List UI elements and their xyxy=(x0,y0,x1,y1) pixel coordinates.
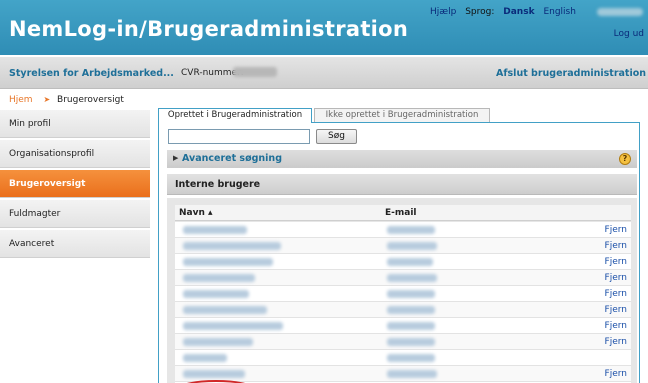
tab-oprettet[interactable]: Oprettet i Brugeradministration xyxy=(158,108,312,123)
main-content: Oprettet i Brugeradministration Ikke opr… xyxy=(158,108,640,383)
table-row: Fjern xyxy=(175,286,631,302)
table-row: Fjern xyxy=(175,334,631,350)
organization-name-link[interactable]: Styrelsen for Arbejdsmarked... xyxy=(9,68,174,79)
user-name-redacted[interactable] xyxy=(183,354,227,362)
sidebar-item-avanceret[interactable]: Avanceret xyxy=(0,230,150,258)
remove-link[interactable]: Fjern xyxy=(605,337,627,347)
help-icon[interactable]: ? xyxy=(619,153,631,165)
remove-link[interactable]: Fjern xyxy=(605,369,627,379)
user-email-redacted xyxy=(387,258,433,266)
table-row: Fjern xyxy=(175,222,631,238)
table-row xyxy=(175,350,631,366)
organization-bar: Styrelsen for Arbejdsmarked... CVR-numme… xyxy=(0,57,648,89)
remove-link[interactable]: Fjern xyxy=(605,273,627,283)
remove-link[interactable]: Fjern xyxy=(605,225,627,235)
sidebar-item-organisationsprofil[interactable]: Organisationsprofil xyxy=(0,140,150,168)
user-email-redacted xyxy=(387,226,435,234)
user-name-redacted[interactable] xyxy=(183,306,267,314)
cvr-number-redacted xyxy=(233,67,277,77)
user-name-redacted[interactable] xyxy=(183,226,247,234)
app-header: NemLog-in/Brugeradministration Hjælp Spr… xyxy=(0,0,648,55)
language-label: Sprog: xyxy=(465,7,495,17)
logout-link[interactable]: Log ud xyxy=(614,29,644,39)
breadcrumb-current: Brugeroversigt xyxy=(57,95,124,105)
remove-link[interactable]: Fjern xyxy=(605,289,627,299)
sidebar-item-brugeroversigt[interactable]: Brugeroversigt xyxy=(0,170,150,198)
table-row: Fjern xyxy=(175,238,631,254)
user-email-redacted xyxy=(387,306,435,314)
sidebar-item-min-profil[interactable]: Min profil xyxy=(0,110,150,138)
user-name-redacted[interactable] xyxy=(183,290,249,298)
table-row: Fjern xyxy=(175,254,631,270)
remove-link[interactable]: Fjern xyxy=(605,305,627,315)
sidebar: Min profil Organisationsprofil Brugerove… xyxy=(0,110,150,260)
user-name-redacted xyxy=(597,8,643,16)
column-header-name[interactable]: Navn ▴ xyxy=(179,208,213,218)
table-header-row: Navn ▴ E-mail xyxy=(175,205,631,221)
sidebar-item-fuldmagter[interactable]: Fuldmagter xyxy=(0,200,150,228)
breadcrumb-arrow-icon: ➤ xyxy=(43,95,51,104)
user-email-redacted xyxy=(387,290,435,298)
section-header: Interne brugere xyxy=(167,174,637,195)
exit-admin-link[interactable]: Afslut brugeradministration xyxy=(496,68,646,79)
language-english-link[interactable]: English xyxy=(543,7,576,17)
section-title: Interne brugere xyxy=(175,179,261,190)
table-row: Fjern xyxy=(175,302,631,318)
advanced-search-label: Avanceret søgning xyxy=(182,153,282,164)
user-name-redacted[interactable] xyxy=(183,322,283,330)
user-email-redacted xyxy=(387,274,437,282)
table-row: Fjern xyxy=(175,270,631,286)
table-row: Fjern xyxy=(175,366,631,382)
user-name-redacted[interactable] xyxy=(183,274,255,282)
user-email-redacted xyxy=(387,242,437,250)
tab-panel: Søg ▶ Avanceret søgning ? Interne bruger… xyxy=(158,122,640,383)
breadcrumb: Hjem ➤ Brugeroversigt xyxy=(9,95,124,105)
triangle-right-icon: ▶ xyxy=(173,154,179,162)
breadcrumb-home-link[interactable]: Hjem xyxy=(9,95,33,105)
user-name-redacted[interactable] xyxy=(183,338,253,346)
user-name-redacted[interactable] xyxy=(183,258,273,266)
language-dansk-link[interactable]: Dansk xyxy=(503,7,534,17)
top-links: Hjælp Sprog: Dansk English xyxy=(430,7,582,17)
help-link[interactable]: Hjælp xyxy=(430,7,456,17)
remove-link[interactable]: Fjern xyxy=(605,241,627,251)
user-name-redacted[interactable] xyxy=(183,370,245,378)
user-email-redacted xyxy=(387,354,435,362)
tab-ikke-oprettet[interactable]: Ikke oprettet i Brugeradministration xyxy=(314,108,490,122)
table-row: Fjern xyxy=(175,318,631,334)
user-email-redacted xyxy=(387,370,437,378)
user-email-redacted xyxy=(387,322,435,330)
advanced-search-toggle[interactable]: ▶ Avanceret søgning ? xyxy=(167,150,637,168)
app-title: NemLog-in/Brugeradministration xyxy=(9,17,409,41)
users-table: Navn ▴ E-mail Fjern Fjern Fjern Fjern Fj… xyxy=(167,198,637,383)
column-header-email[interactable]: E-mail xyxy=(385,208,417,218)
user-email-redacted xyxy=(387,338,435,346)
search-button[interactable]: Søg xyxy=(316,129,357,144)
remove-link[interactable]: Fjern xyxy=(605,257,627,267)
search-input[interactable] xyxy=(168,129,310,144)
user-name-redacted[interactable] xyxy=(183,242,281,250)
remove-link[interactable]: Fjern xyxy=(605,321,627,331)
